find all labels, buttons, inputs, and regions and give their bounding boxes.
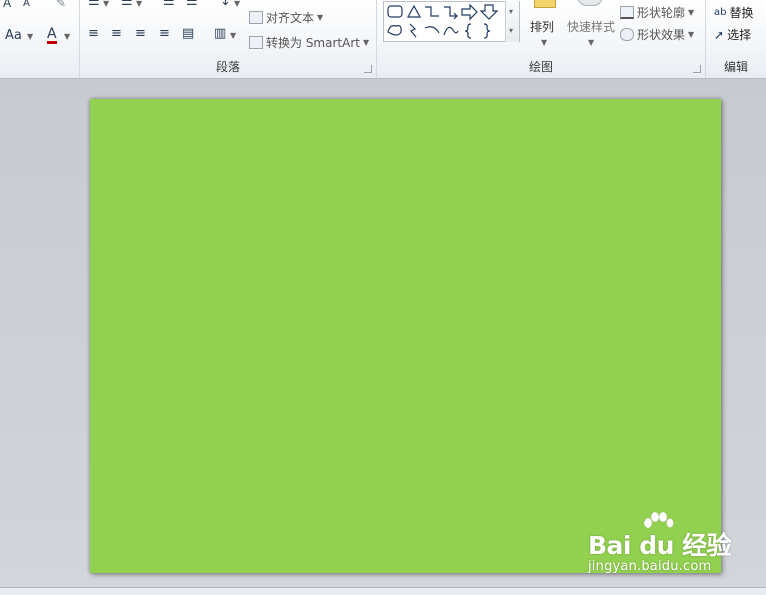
align-right-icon[interactable]: ≡	[135, 27, 146, 41]
columns-icon[interactable]: ▥	[214, 27, 226, 41]
shape-outline-dropdown-icon: ▼	[688, 8, 695, 17]
arrange-button[interactable]: 排列 ▼	[528, 0, 560, 50]
quick-styles-dropdown-icon: ▼	[588, 38, 595, 47]
pencil-icon	[620, 6, 634, 19]
font-color-button[interactable]: A	[47, 27, 57, 44]
increase-indent-icon[interactable]: ☰	[186, 0, 198, 9]
down-arrow-shape-icon	[479, 4, 499, 20]
arrange-dropdown-icon: ▼	[541, 38, 548, 47]
line-spacing-icon[interactable]: ↕	[220, 0, 231, 9]
arc-shape-icon	[424, 26, 440, 34]
numbering-dropdown-icon[interactable]: ▼	[136, 0, 142, 8]
convert-smartart-button[interactable]: 转换为 SmartArt ▼	[249, 34, 369, 51]
right-arrow-shape-icon	[461, 3, 478, 21]
triangle-shape-icon	[406, 4, 422, 18]
editing-group-label: 编辑	[723, 60, 748, 74]
shape-outline-button[interactable]: 形状轮廓 ▼	[620, 4, 694, 21]
watermark-url: jingyan.baidu.com	[588, 559, 712, 574]
change-case-button[interactable]: Aa	[5, 29, 22, 43]
align-text-icon	[249, 11, 263, 24]
status-bar	[0, 587, 766, 595]
right-brace-shape-icon	[483, 23, 491, 39]
font-color-dropdown-icon[interactable]: ▼	[64, 32, 70, 41]
bullets-icon[interactable]: ☰	[88, 0, 100, 9]
line-spacing-dropdown-icon[interactable]: ▼	[234, 0, 240, 8]
align-text-button[interactable]: 对齐文本 ▼	[249, 9, 323, 26]
align-text-dropdown-icon: ▼	[317, 13, 324, 22]
curve-shape-icon	[443, 26, 459, 36]
shape-effects-dropdown-icon: ▼	[688, 30, 695, 39]
paragraph-group: ☰ ▼ ☰ ▼ ☰ ☰ ↕ ▼ ≡ ≡ ≡ ≡ ▤ ▥ ▼ 对齐文本 ▼ 转换为…	[80, 0, 377, 78]
clear-format-icon[interactable]: ✎	[56, 0, 66, 10]
editing-group: ab 替换 ➚ 选择 编辑	[706, 0, 766, 78]
quick-styles-label: 快速样式	[567, 20, 616, 34]
distributed-icon[interactable]: ▤	[182, 27, 194, 41]
freeform-shape-icon	[387, 25, 402, 36]
bullets-dropdown-icon[interactable]: ▼	[103, 0, 109, 8]
columns-dropdown-icon[interactable]: ▼	[230, 31, 236, 40]
rectangle-shape-icon	[387, 5, 403, 18]
elbow-arrow-icon	[444, 6, 458, 20]
watermark-logo-text: Bai du 经验	[588, 531, 732, 560]
quick-styles-icon	[577, 0, 603, 6]
arrange-icon	[534, 0, 556, 8]
gallery-more-icon[interactable]: ▾	[509, 26, 513, 35]
decrease-indent-icon[interactable]: ☰	[163, 0, 175, 9]
replace-icon: ab	[714, 7, 727, 18]
paragraph-dialog-launcher[interactable]	[364, 65, 372, 73]
baidu-watermark: Bai du 经验 jingyan.baidu.com	[588, 511, 732, 582]
shapes-gallery[interactable]	[383, 1, 520, 42]
cursor-icon: ➚	[714, 27, 725, 42]
left-brace-shape-icon	[464, 23, 472, 39]
replace-button[interactable]: ab 替换	[714, 4, 754, 21]
ribbon: A A ✎ Aa ▼ A ▼ ☰ ▼ ☰ ▼ ☰ ☰ ↕ ▼ ≡ ≡ ≡ ≡ ▤…	[0, 0, 766, 79]
font-group: A A ✎ Aa ▼ A ▼	[0, 0, 80, 78]
shapes-gallery-scroll[interactable]: ▾ ▾	[505, 1, 519, 42]
shapes-gallery-icons	[387, 3, 499, 39]
smartart-dropdown-icon: ▼	[362, 38, 370, 47]
drawing-dialog-launcher[interactable]	[693, 65, 701, 73]
justify-icon[interactable]: ≡	[159, 27, 170, 41]
lightning-shape-icon	[409, 23, 417, 38]
numbering-icon[interactable]: ☰	[121, 0, 133, 9]
align-center-icon[interactable]: ≡	[111, 27, 122, 41]
drawing-group-label: 绘图	[528, 60, 553, 74]
gallery-scroll-down-icon[interactable]: ▾	[509, 7, 513, 16]
align-left-icon[interactable]: ≡	[88, 27, 99, 41]
elbow-connector-icon	[425, 6, 439, 17]
shape-effects-button[interactable]: 形状效果 ▼	[620, 26, 694, 43]
paragraph-group-label: 段落	[215, 60, 240, 74]
change-case-dropdown-icon[interactable]: ▼	[27, 32, 33, 41]
quick-styles-button[interactable]: 快速样式 ▼	[565, 0, 619, 50]
select-button[interactable]: ➚ 选择	[714, 26, 751, 43]
shrink-font-icon[interactable]: A	[23, 0, 30, 11]
shape-effects-icon	[620, 28, 634, 41]
arrange-label: 排列	[530, 20, 555, 34]
grow-font-icon[interactable]: A	[3, 0, 11, 10]
smartart-icon	[249, 36, 263, 49]
slide-canvas[interactable]	[90, 99, 721, 573]
